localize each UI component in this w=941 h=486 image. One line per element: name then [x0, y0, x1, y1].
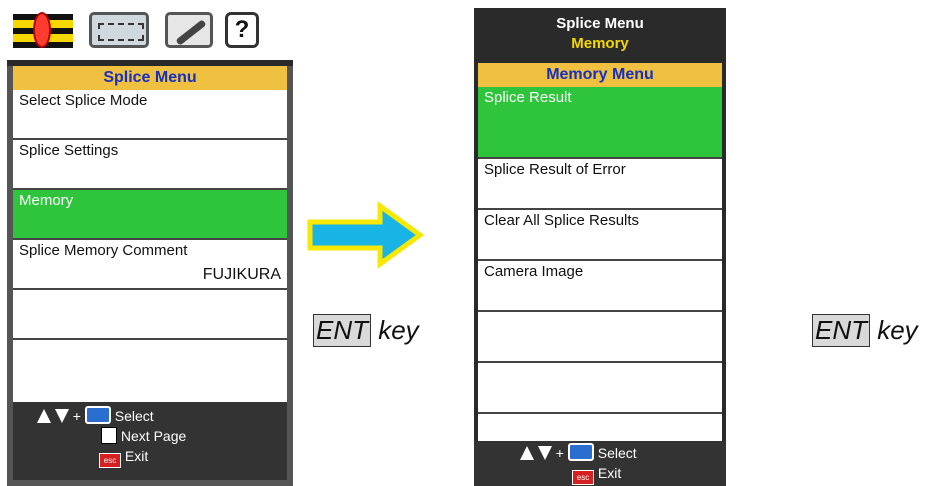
menu-item-label: Splice Settings: [19, 142, 119, 159]
menu-item-empty[interactable]: [13, 290, 287, 340]
up-arrow-icon: [37, 409, 51, 423]
menu-item-splice-result-of-error[interactable]: Splice Result of Error: [478, 159, 722, 210]
menu-item-label: Splice Result: [484, 89, 572, 106]
key-guide-footer: + Select esc Exit: [474, 441, 726, 486]
tab-bar: ?: [7, 0, 293, 66]
right-arrow-icon: [307, 201, 425, 269]
menu-item-clear-all-splice-results[interactable]: Clear All Splice Results: [478, 210, 722, 261]
menu-item-splice-memory-comment[interactable]: Splice Memory Comment FUJIKURA: [13, 240, 287, 290]
key-guide-footer: + Select Next Page esc Exit: [13, 402, 287, 480]
ent-key-box: ENT: [812, 314, 870, 347]
select-label: Select: [114, 408, 154, 424]
menu-item-label: Select Splice Mode: [19, 92, 148, 109]
help-tab-icon[interactable]: ?: [225, 12, 259, 48]
enter-key-icon: [567, 443, 594, 461]
menu-item-label: Clear All Splice Results: [484, 212, 640, 229]
memory-menu-panel: Memory Menu Splice Result Splice Result …: [478, 63, 722, 465]
splice-menu-panel: Splice Menu Select Splice Mode Splice Se…: [7, 66, 293, 486]
exit-label: Exit: [597, 465, 622, 481]
menu-item-label: Camera Image: [484, 263, 584, 280]
exit-label: Exit: [124, 448, 149, 464]
ent-key-label: ENT key: [812, 314, 918, 347]
plus-sign: +: [555, 445, 564, 461]
ent-key-suffix: key: [870, 315, 918, 345]
menu-item-label: Splice Result of Error: [484, 161, 626, 178]
screen-title-sub: Memory: [571, 35, 629, 52]
menu-item-splice-result[interactable]: Splice Result: [478, 87, 722, 159]
menu-header: Splice Menu: [13, 66, 287, 90]
ent-key-box: ENT: [313, 314, 371, 347]
plus-sign: +: [72, 408, 81, 424]
menu-item-empty[interactable]: [478, 312, 722, 363]
menu-item-label: Splice Memory Comment: [19, 242, 188, 259]
menu-item-camera-image[interactable]: Camera Image: [478, 261, 722, 312]
select-label: Select: [597, 445, 637, 461]
up-arrow-icon: [520, 446, 534, 460]
maintenance-tab-icon[interactable]: [165, 12, 213, 48]
ent-key-suffix: key: [371, 315, 419, 345]
down-arrow-icon: [537, 446, 552, 460]
right-screen: Splice Menu Memory Memory Menu Splice Re…: [474, 8, 726, 486]
menu-header: Memory Menu: [478, 63, 722, 87]
enter-key-icon: [84, 406, 111, 424]
menu-item-empty[interactable]: [13, 340, 287, 390]
menu-item-value: FUJIKURA: [202, 266, 281, 283]
next-page-key-icon: [101, 427, 117, 444]
screen-title: Splice Menu Memory: [474, 8, 726, 64]
esc-key-icon: esc: [99, 453, 121, 468]
splice-tab-icon[interactable]: [13, 12, 73, 48]
menu-item-label: Memory: [19, 192, 74, 209]
ent-key-label: ENT key: [313, 314, 419, 347]
menu-item-empty[interactable]: [478, 363, 722, 414]
screen-title-main: Splice Menu: [556, 15, 644, 32]
down-arrow-icon: [54, 409, 69, 423]
left-screen: ? Splice Menu Select Splice Mode Splice …: [7, 0, 293, 486]
esc-key-icon: esc: [572, 470, 594, 485]
menu-item-splice-settings[interactable]: Splice Settings: [13, 140, 287, 190]
heater-tab-icon[interactable]: [89, 12, 149, 48]
menu-item-select-splice-mode[interactable]: Select Splice Mode: [13, 90, 287, 140]
menu-item-memory[interactable]: Memory: [13, 190, 287, 240]
next-page-label: Next Page: [120, 428, 187, 444]
